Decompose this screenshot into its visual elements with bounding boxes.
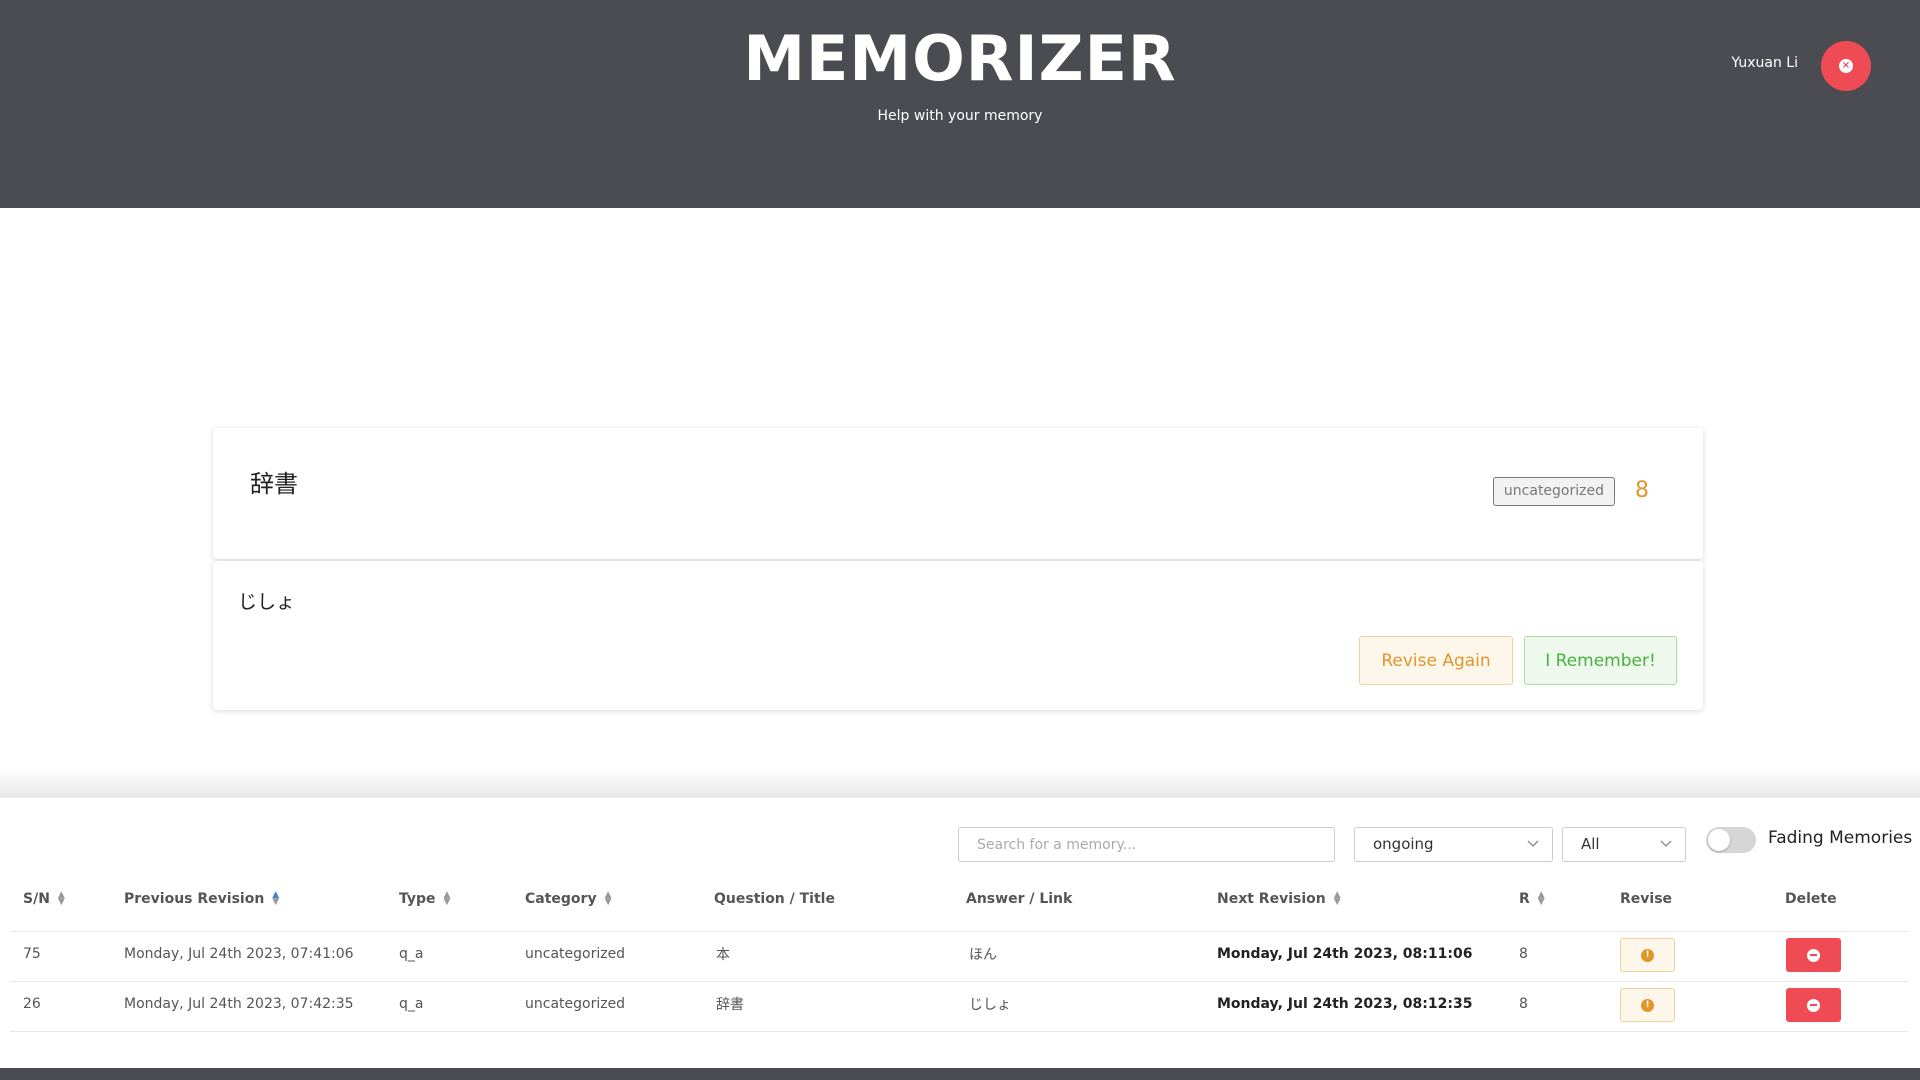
row-answer: ほん (969, 947, 997, 963)
chevron-down-icon (1659, 828, 1673, 874)
fading-memories-toggle[interactable] (1706, 827, 1756, 853)
category-select-value: All (1581, 835, 1600, 853)
section-divider (0, 768, 1920, 800)
sort-icon: ▲ ▼ (1537, 890, 1545, 907)
column-header-sn[interactable]: S/N ▲ ▼ (23, 890, 65, 908)
memory-card-answer: じしょ Revise Again I Remember! (213, 561, 1703, 710)
search-input[interactable] (958, 827, 1335, 862)
row-next-revision: Monday, Jul 24th 2023, 08:11:06 (1217, 946, 1473, 962)
card-question: 辞書 (250, 470, 298, 498)
status-select[interactable]: ongoing (1354, 827, 1553, 862)
user-name: Yuxuan Li (1731, 55, 1798, 71)
sort-icon: ▲ ▼ (443, 890, 451, 907)
row-previous-revision: Monday, Jul 24th 2023, 07:41:06 (124, 946, 354, 962)
minus-circle-icon (1807, 948, 1820, 962)
row-answer: じしょ (969, 997, 1011, 1013)
row-sn: 26 (23, 996, 41, 1012)
row-type: q_a (399, 946, 424, 962)
category-select[interactable]: All (1562, 827, 1686, 862)
row-delete-button[interactable] (1786, 988, 1841, 1022)
row-question: 辞書 (716, 997, 744, 1013)
logout-button[interactable]: × (1821, 41, 1871, 91)
i-remember-button[interactable]: I Remember! (1524, 636, 1677, 685)
sort-icon: ▲ ▼ (1333, 890, 1341, 907)
memory-card-question: 辞書 uncategorized 8 (213, 428, 1703, 559)
column-header-question: Question / Title (714, 891, 835, 907)
app-subtitle: Help with your memory (877, 108, 1043, 124)
minus-circle-icon (1807, 998, 1820, 1012)
row-previous-revision: Monday, Jul 24th 2023, 07:42:35 (124, 996, 354, 1012)
exclamation-circle-icon: ! (1641, 948, 1654, 962)
card-answer: じしょ (238, 591, 296, 613)
column-header-category[interactable]: Category ▲ ▼ (525, 890, 612, 908)
row-type: q_a (399, 996, 424, 1012)
exclamation-circle-icon: ! (1641, 998, 1654, 1012)
category-tag: uncategorized (1492, 477, 1615, 506)
row-question: 本 (716, 947, 730, 963)
column-header-previous-revision[interactable]: Previous Revision ▲ ▼ (124, 890, 280, 908)
column-header-delete: Delete (1785, 891, 1837, 907)
row-category: uncategorized (525, 996, 626, 1012)
fading-memories-label: Fading Memories (1768, 828, 1913, 848)
revise-again-button[interactable]: Revise Again (1359, 636, 1513, 685)
app-title: MEMORIZER (743, 22, 1177, 95)
row-revise-button[interactable]: ! (1620, 938, 1675, 972)
sort-asc-icon: ▲ ▼ (272, 890, 280, 907)
repetition-count: 8 (1635, 478, 1649, 503)
column-header-answer: Answer / Link (966, 891, 1073, 907)
row-revise-button[interactable]: ! (1620, 988, 1675, 1022)
toggle-knob (1708, 829, 1730, 851)
app-header: MEMORIZER Help with your memory Yuxuan L… (0, 0, 1920, 208)
row-divider (10, 1031, 1908, 1032)
chevron-down-icon (1526, 828, 1540, 874)
sort-icon: ▲ ▼ (604, 890, 612, 907)
row-sn: 75 (23, 946, 41, 962)
row-next-revision: Monday, Jul 24th 2023, 08:12:35 (1217, 996, 1473, 1012)
footer-bar (0, 1068, 1920, 1080)
column-header-revise: Revise (1620, 891, 1673, 907)
row-r: 8 (1519, 946, 1528, 962)
row-category: uncategorized (525, 946, 626, 962)
status-select-value: ongoing (1373, 835, 1434, 853)
column-header-r[interactable]: R ▲ ▼ (1519, 890, 1545, 908)
sort-icon: ▲ ▼ (57, 890, 65, 907)
close-circle-icon: × (1839, 59, 1853, 73)
column-header-type[interactable]: Type ▲ ▼ (399, 890, 451, 908)
row-r: 8 (1519, 996, 1528, 1012)
row-divider (10, 981, 1908, 982)
row-divider (10, 931, 1908, 932)
row-delete-button[interactable] (1786, 938, 1841, 972)
column-header-next-revision[interactable]: Next Revision ▲ ▼ (1217, 890, 1341, 908)
